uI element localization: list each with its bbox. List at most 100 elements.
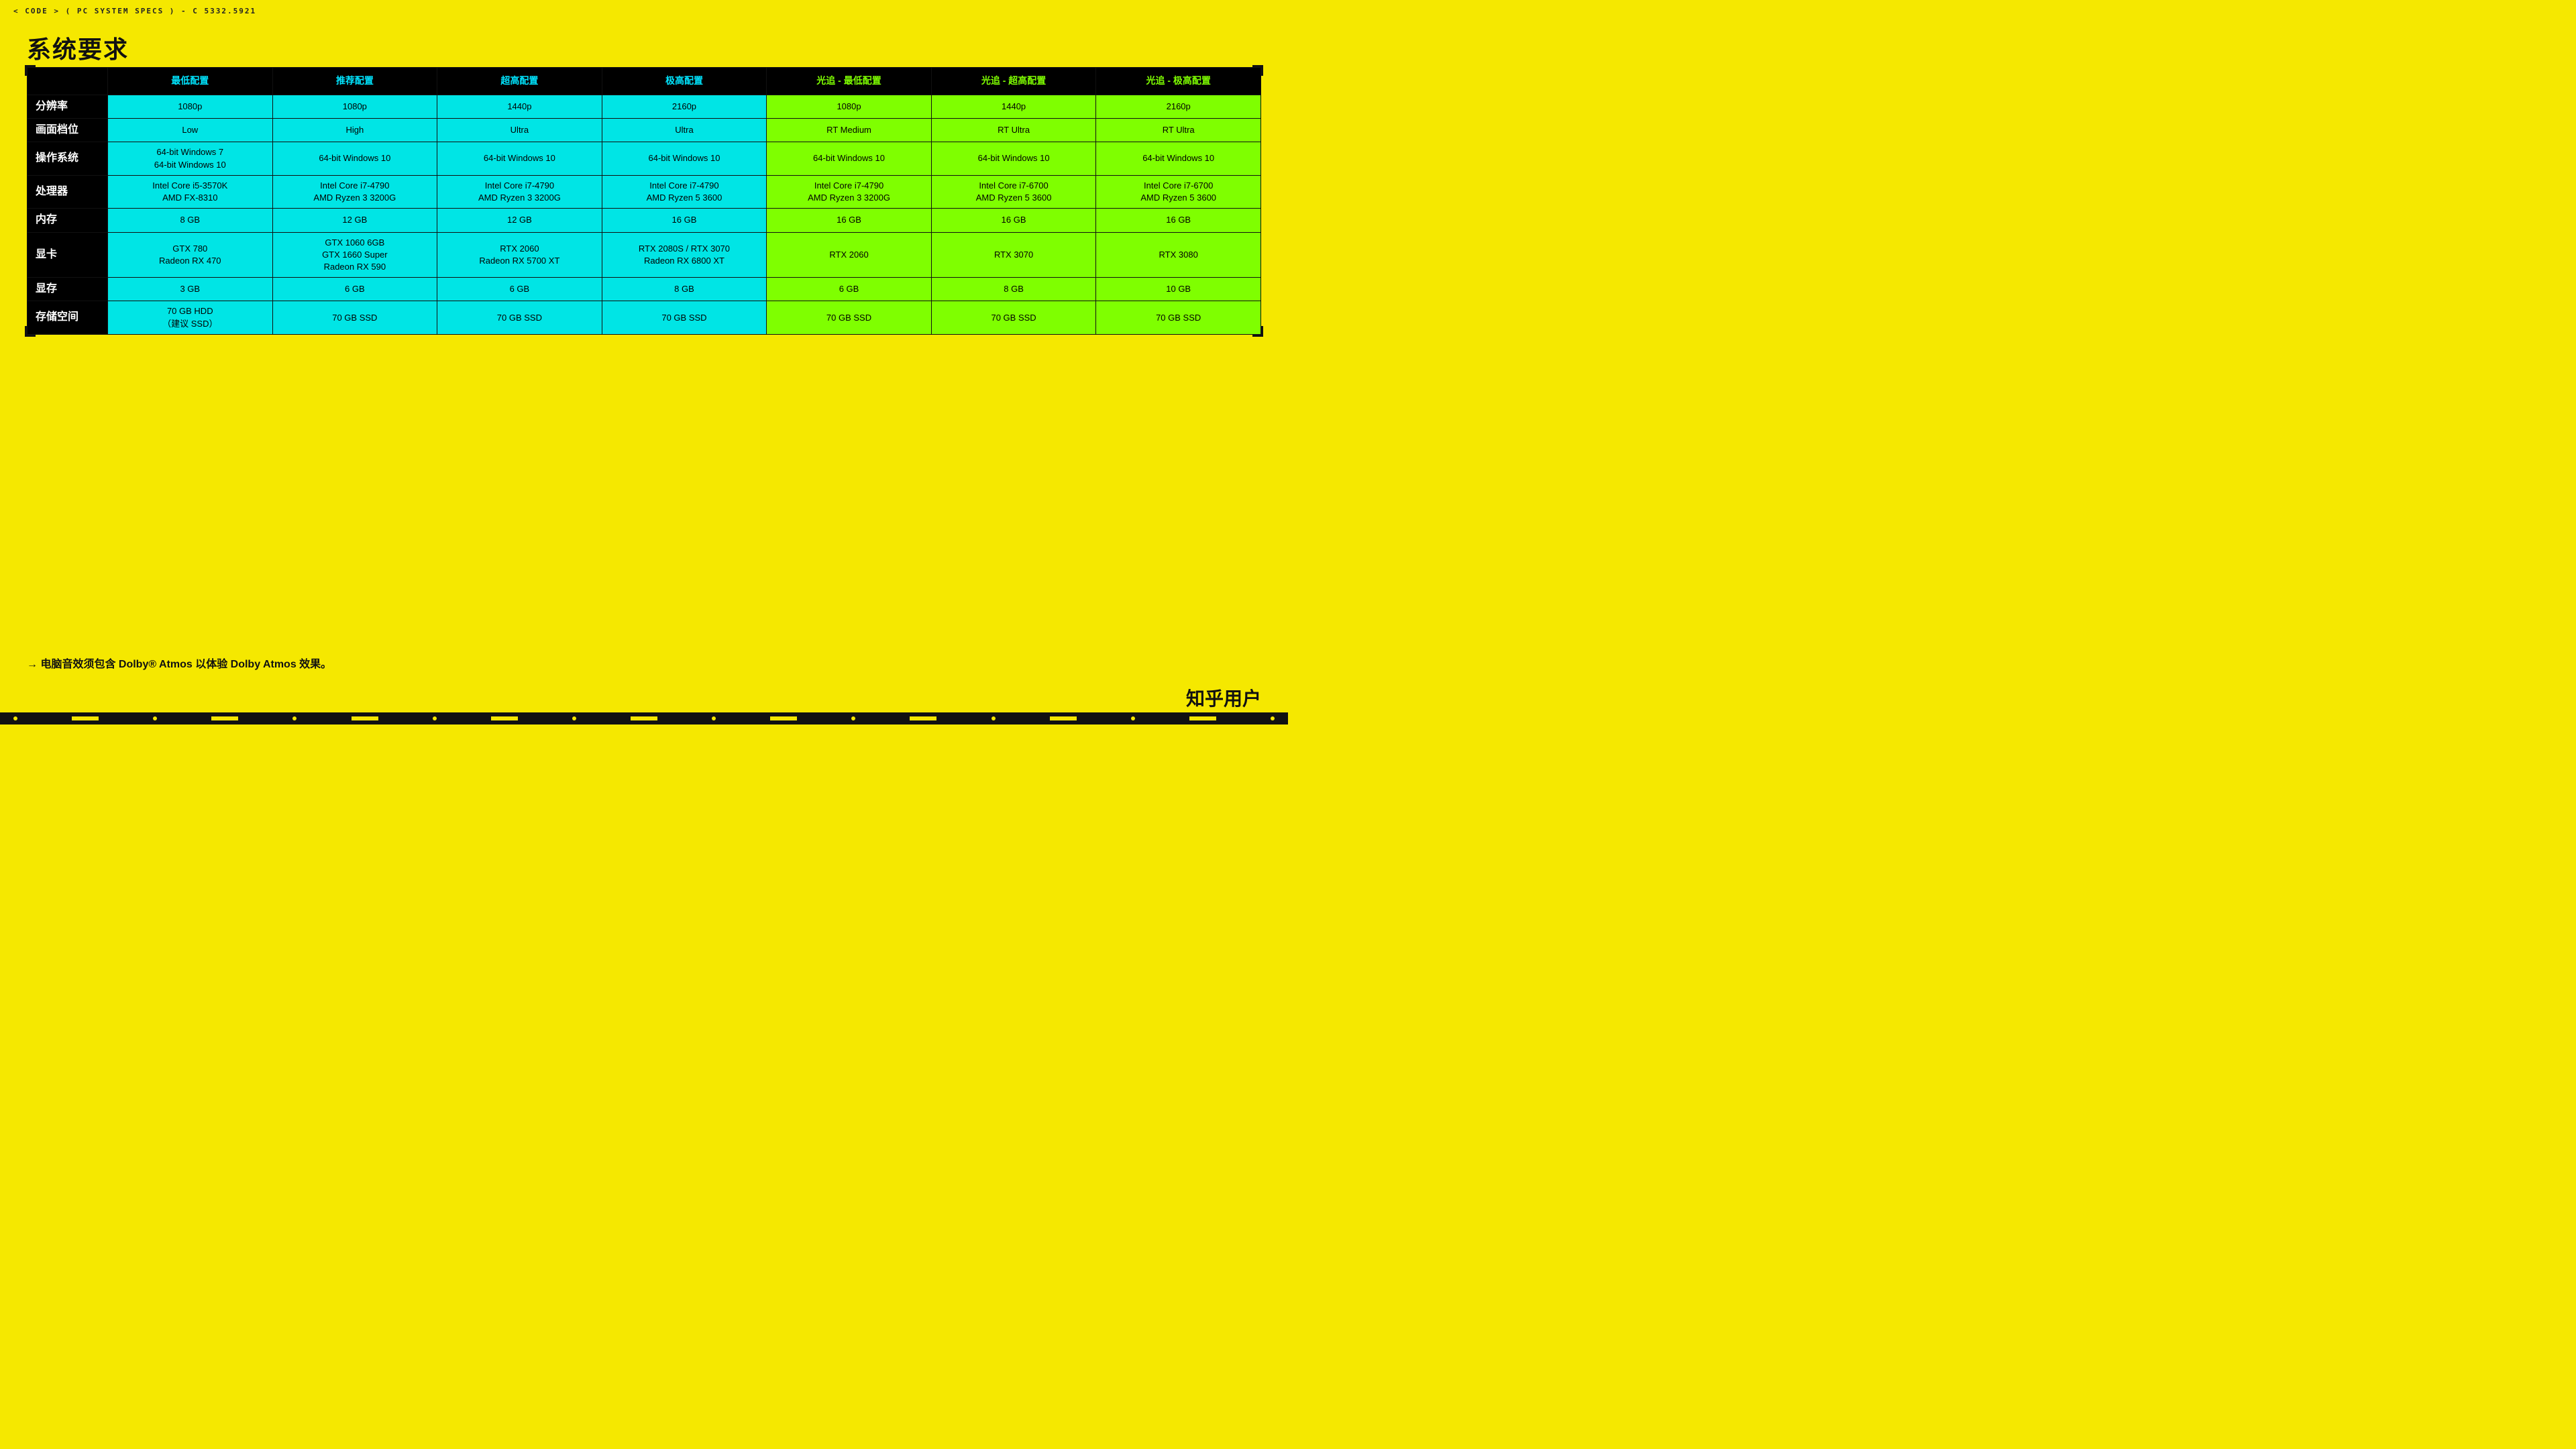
bottom-bar-seg-6	[770, 716, 797, 720]
col-header-7: 光追 - 极高配置	[1096, 68, 1261, 95]
cell-6-3: 8 GB	[602, 278, 767, 301]
cell-6-2: 6 GB	[437, 278, 602, 301]
bottom-bar-dot-9	[1131, 716, 1135, 720]
table-row-2: 操作系统64-bit Windows 764-bit Windows 1064-…	[28, 142, 1261, 175]
cell-1-0: Low	[108, 118, 273, 142]
cell-4-2: 12 GB	[437, 209, 602, 232]
cell-0-5: 1440p	[931, 95, 1096, 118]
cell-7-0: 70 GB HDD（建议 SSD）	[108, 301, 273, 334]
cell-2-6: 64-bit Windows 10	[1096, 142, 1261, 175]
cell-7-4: 70 GB SSD	[767, 301, 932, 334]
cell-3-6: Intel Core i7-6700AMD Ryzen 5 3600	[1096, 175, 1261, 208]
cell-5-0: GTX 780Radeon RX 470	[108, 232, 273, 278]
cell-0-6: 2160p	[1096, 95, 1261, 118]
table-row-7: 存储空间70 GB HDD（建议 SSD）70 GB SSD70 GB SSD7…	[28, 301, 1261, 334]
table-bracket-bl	[25, 326, 36, 337]
cell-1-4: RT Medium	[767, 118, 932, 142]
col-header-0	[28, 68, 108, 95]
cell-5-2: RTX 2060Radeon RX 5700 XT	[437, 232, 602, 278]
bottom-bar-dot-1	[13, 716, 17, 720]
bottom-bar-dot-5	[572, 716, 576, 720]
specs-table: 最低配置推荐配置超高配置极高配置光追 - 最低配置光追 - 超高配置光追 - 极…	[27, 67, 1261, 335]
bottom-bar-seg-3	[352, 716, 378, 720]
cell-4-0: 8 GB	[108, 209, 273, 232]
col-header-1: 最低配置	[108, 68, 273, 95]
cell-1-3: Ultra	[602, 118, 767, 142]
cell-5-5: RTX 3070	[931, 232, 1096, 278]
cell-4-1: 12 GB	[272, 209, 437, 232]
cell-4-5: 16 GB	[931, 209, 1096, 232]
bottom-bar-seg-9	[1189, 716, 1216, 720]
table-row-3: 处理器Intel Core i5-3570KAMD FX-8310Intel C…	[28, 175, 1261, 208]
cell-1-1: High	[272, 118, 437, 142]
table-row-1: 画面档位LowHighUltraUltraRT MediumRT UltraRT…	[28, 118, 1261, 142]
cell-2-5: 64-bit Windows 10	[931, 142, 1096, 175]
cell-0-1: 1080p	[272, 95, 437, 118]
cell-6-0: 3 GB	[108, 278, 273, 301]
cell-6-4: 6 GB	[767, 278, 932, 301]
table-row-6: 显存3 GB6 GB6 GB8 GB6 GB8 GB10 GB	[28, 278, 1261, 301]
cell-0-3: 2160p	[602, 95, 767, 118]
cell-3-0: Intel Core i5-3570KAMD FX-8310	[108, 175, 273, 208]
cell-5-4: RTX 2060	[767, 232, 932, 278]
cell-7-2: 70 GB SSD	[437, 301, 602, 334]
cell-3-2: Intel Core i7-4790AMD Ryzen 3 3200G	[437, 175, 602, 208]
bottom-bar-dot-8	[991, 716, 996, 720]
cell-3-4: Intel Core i7-4790AMD Ryzen 3 3200G	[767, 175, 932, 208]
page-title: 系统要求	[27, 30, 129, 65]
cell-2-3: 64-bit Windows 10	[602, 142, 767, 175]
row-label-3: 处理器	[28, 175, 108, 208]
bottom-bar-dot-4	[433, 716, 437, 720]
cell-5-6: RTX 3080	[1096, 232, 1261, 278]
cell-7-1: 70 GB SSD	[272, 301, 437, 334]
footer-note: → 电脑音效须包含 Dolby® Atmos 以体验 Dolby Atmos 效…	[27, 655, 331, 671]
bottom-bar-seg-5	[631, 716, 657, 720]
row-label-0: 分辨率	[28, 95, 108, 118]
cell-6-1: 6 GB	[272, 278, 437, 301]
cell-5-3: RTX 2080S / RTX 3070Radeon RX 6800 XT	[602, 232, 767, 278]
cell-6-6: 10 GB	[1096, 278, 1261, 301]
table-row-4: 内存8 GB12 GB12 GB16 GB16 GB16 GB16 GB	[28, 209, 1261, 232]
table-row-0: 分辨率1080p1080p1440p2160p1080p1440p2160p	[28, 95, 1261, 118]
cell-1-2: Ultra	[437, 118, 602, 142]
cell-7-5: 70 GB SSD	[931, 301, 1096, 334]
cell-4-3: 16 GB	[602, 209, 767, 232]
table-bracket-tl	[25, 65, 36, 76]
table-bracket-tr	[1252, 65, 1263, 76]
top-bar-label: < CODE > ( PC SYSTEM SPECS ) - C 5332.59…	[13, 7, 256, 15]
cell-3-5: Intel Core i7-6700AMD Ryzen 5 3600	[931, 175, 1096, 208]
row-label-5: 显卡	[28, 232, 108, 278]
cell-7-3: 70 GB SSD	[602, 301, 767, 334]
cell-0-2: 1440p	[437, 95, 602, 118]
col-header-3: 超高配置	[437, 68, 602, 95]
bottom-bar-seg-2	[211, 716, 238, 720]
table-row-5: 显卡GTX 780Radeon RX 470GTX 1060 6GBGTX 16…	[28, 232, 1261, 278]
table-bracket-br	[1252, 326, 1263, 337]
cell-4-6: 16 GB	[1096, 209, 1261, 232]
col-header-6: 光追 - 超高配置	[931, 68, 1096, 95]
row-label-6: 显存	[28, 278, 108, 301]
cell-6-5: 8 GB	[931, 278, 1096, 301]
row-label-4: 内存	[28, 209, 108, 232]
col-header-4: 极高配置	[602, 68, 767, 95]
cell-0-0: 1080p	[108, 95, 273, 118]
cell-5-1: GTX 1060 6GBGTX 1660 SuperRadeon RX 590	[272, 232, 437, 278]
bottom-bar-dot-7	[851, 716, 855, 720]
cell-3-3: Intel Core i7-4790AMD Ryzen 5 3600	[602, 175, 767, 208]
row-label-2: 操作系统	[28, 142, 108, 175]
bottom-bar-dot-6	[712, 716, 716, 720]
cell-7-6: 70 GB SSD	[1096, 301, 1261, 334]
bottom-bar-dot-10	[1271, 716, 1275, 720]
row-label-1: 画面档位	[28, 118, 108, 142]
col-header-5: 光追 - 最低配置	[767, 68, 932, 95]
bottom-bar-dot-3	[292, 716, 297, 720]
bottom-bar-seg-7	[910, 716, 936, 720]
cell-1-6: RT Ultra	[1096, 118, 1261, 142]
cell-2-4: 64-bit Windows 10	[767, 142, 932, 175]
cell-0-4: 1080p	[767, 95, 932, 118]
cell-3-1: Intel Core i7-4790AMD Ryzen 3 3200G	[272, 175, 437, 208]
bottom-bar-dot-2	[153, 716, 157, 720]
cell-2-1: 64-bit Windows 10	[272, 142, 437, 175]
cell-2-2: 64-bit Windows 10	[437, 142, 602, 175]
bottom-bar	[0, 712, 1288, 724]
